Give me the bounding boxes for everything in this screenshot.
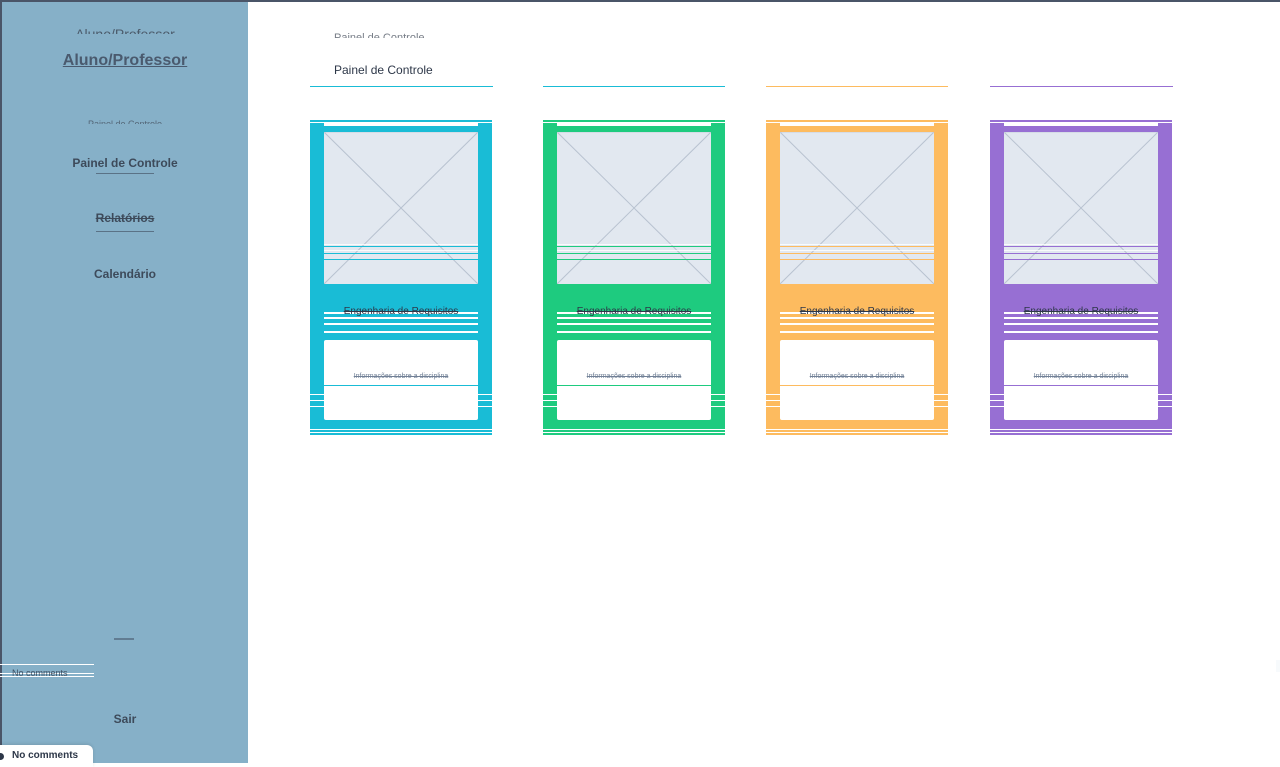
sidebar-item-calendario[interactable]: Calendário xyxy=(2,267,248,281)
sidebar-small-ghost xyxy=(114,638,134,640)
page-title-ghost: Painel de Controle xyxy=(334,32,425,38)
course-card[interactable]: Engenharia de Requisitos Informações sob… xyxy=(766,120,948,435)
card-image-placeholder xyxy=(780,132,934,284)
sidebar-ghost-underline xyxy=(96,173,154,174)
sidebar-ghost-comment-text: No comments xyxy=(12,668,68,678)
card-base-line xyxy=(543,430,725,432)
card-base-line xyxy=(990,430,1172,432)
card-base-line xyxy=(990,433,1172,435)
sidebar: Aluno/Professor Aluno/Professor Painel d… xyxy=(0,2,248,763)
sidebar-nav-ghost: Painel de Controle xyxy=(2,120,248,124)
sidebar-title: Aluno/Professor xyxy=(62,52,188,69)
sidebar-title-ghost: Aluno/Professor xyxy=(75,26,175,34)
card-title: Engenharia de Requisitos xyxy=(799,306,915,317)
card-base-line xyxy=(310,433,492,435)
card-top-edge xyxy=(543,120,725,122)
card-info-text: Informações sobre a disciplina xyxy=(353,373,449,380)
sidebar-ghost-comment: No comments xyxy=(0,664,94,678)
card-side-lines xyxy=(766,394,948,422)
course-card[interactable]: Engenharia de Requisitos Informações sob… xyxy=(543,120,725,435)
card-image-placeholder xyxy=(1004,132,1158,284)
card-title: Engenharia de Requisitos xyxy=(576,306,692,317)
comment-dot-icon xyxy=(0,752,4,760)
page-title: Painel de Controle xyxy=(334,63,433,77)
course-card[interactable]: Engenharia de Requisitos Informações sob… xyxy=(990,120,1172,435)
logout-button[interactable]: Sair xyxy=(2,712,248,726)
card-base-line xyxy=(543,433,725,435)
card-image-placeholder xyxy=(557,132,711,284)
sidebar-item-relatorios[interactable]: Relatórios xyxy=(2,211,248,225)
card-image-placeholder xyxy=(324,132,478,284)
card-info-text: Informações sobre a disciplina xyxy=(1033,373,1129,380)
course-card[interactable]: Engenharia de Requisitos Informações sob… xyxy=(310,120,492,435)
column-divider xyxy=(990,86,1173,87)
card-info-text: Informações sobre a disciplina xyxy=(586,373,682,380)
comments-label: No comments xyxy=(12,749,79,761)
card-base-line xyxy=(766,430,948,432)
card-title: Engenharia de Requisitos xyxy=(343,306,459,317)
sidebar-item-painel[interactable]: Painel de Controle xyxy=(2,156,248,170)
card-title: Engenharia de Requisitos xyxy=(1023,306,1139,317)
column-divider xyxy=(766,86,948,87)
scroll-edge xyxy=(1276,660,1280,672)
card-info-underline xyxy=(1004,385,1158,386)
card-base-line xyxy=(766,433,948,435)
card-side-lines xyxy=(310,394,492,422)
card-side-lines xyxy=(990,394,1172,422)
comments-button[interactable]: No comments xyxy=(0,745,93,767)
column-divider xyxy=(543,86,725,87)
sidebar-ghost-underline xyxy=(96,231,154,232)
card-info-underline xyxy=(324,385,478,386)
card-info-underline xyxy=(780,385,934,386)
card-info-text: Informações sobre a disciplina xyxy=(809,373,905,380)
card-side-lines xyxy=(543,394,725,422)
column-divider xyxy=(310,86,493,87)
card-top-edge xyxy=(990,120,1172,122)
card-base-line xyxy=(310,430,492,432)
card-top-edge xyxy=(310,120,492,122)
card-top-edge xyxy=(766,120,948,122)
card-info-underline xyxy=(557,385,711,386)
